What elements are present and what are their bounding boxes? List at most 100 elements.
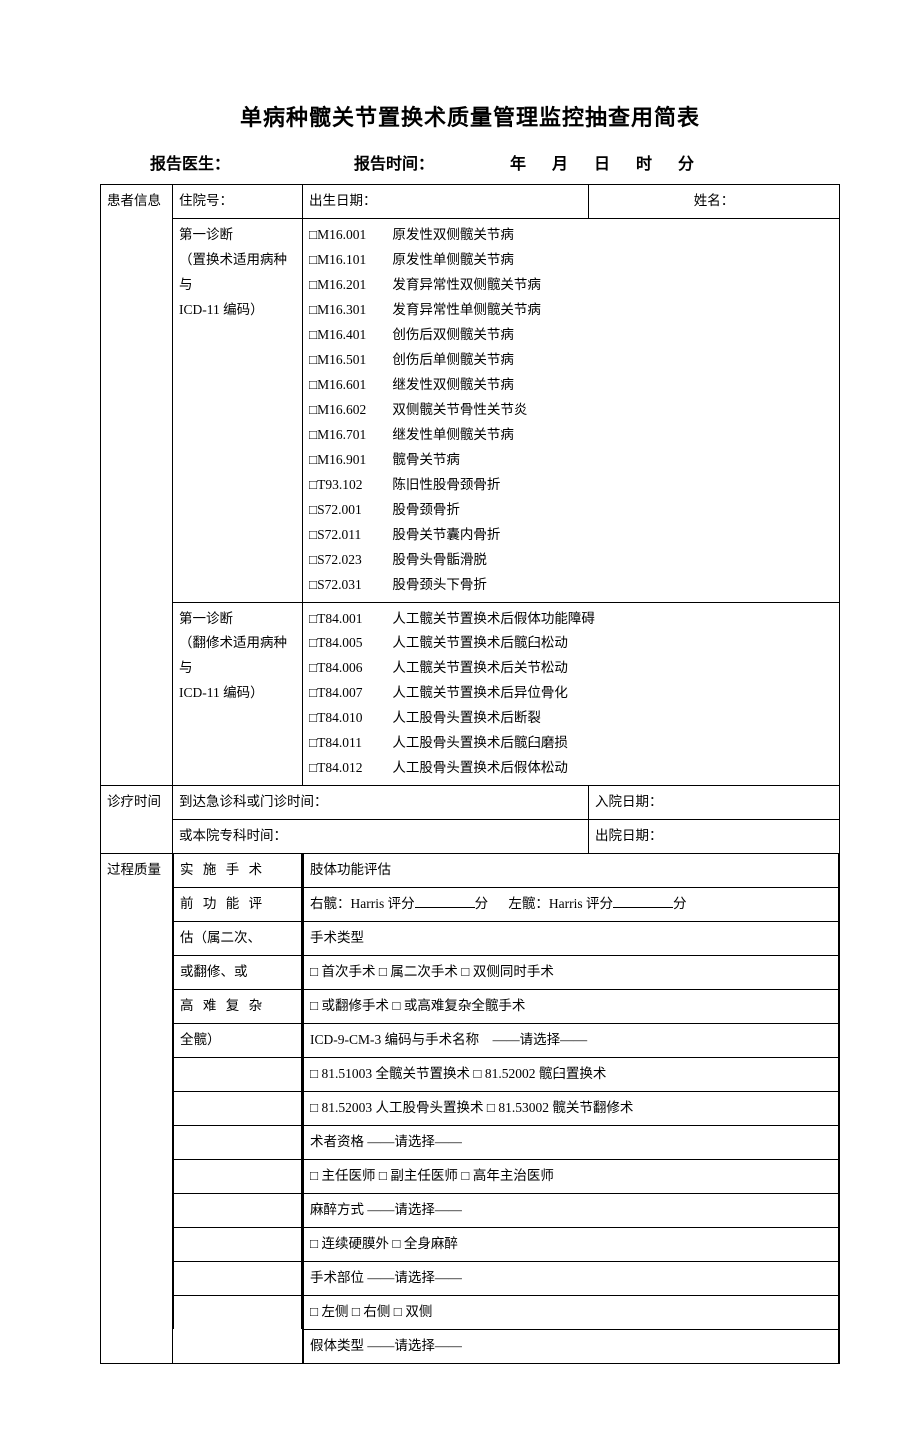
diag-option[interactable]: □S72.031 股骨颈头下骨折: [309, 573, 833, 598]
diag-option[interactable]: □T84.007 人工髋关节置换术后异位骨化: [309, 681, 833, 706]
diag-text: 继发性单侧髋关节病: [389, 427, 514, 442]
diag1-label-b: （置换术适用病种与: [179, 248, 296, 298]
diag-option[interactable]: □S72.011 股骨关节囊内骨折: [309, 523, 833, 548]
diag-code: □T84.011: [309, 731, 389, 756]
section-process-quality: 过程质量: [101, 854, 173, 1364]
diag-option[interactable]: □T84.010 人工股骨头置换术后断裂: [309, 706, 833, 731]
icd9-opt2[interactable]: □ 81.52003 人工股骨头置换术 □ 81.53002 髋关节翻修术: [304, 1092, 839, 1126]
diag-code: □S72.011: [309, 523, 389, 548]
diag-option[interactable]: □M16.001 原发性双侧髋关节病: [309, 223, 833, 248]
diag-text: 股骨颈骨折: [389, 502, 460, 517]
name-label: 姓名：: [589, 185, 839, 218]
harris-scores: 右髋：Harris 评分分 左髋：Harris 评分分: [304, 888, 839, 922]
site-h: 手术部位 ——请选择——: [304, 1261, 839, 1295]
diag-text: 人工髋关节置换术后假体功能障碍: [389, 611, 595, 626]
hospital-no-label: 住院号：: [173, 185, 303, 219]
diag-code: □M16.401: [309, 323, 389, 348]
diag-text: 原发性单侧髋关节病: [389, 252, 514, 267]
anes-opts[interactable]: □ 连续硬膜外 □ 全身麻醉: [304, 1227, 839, 1261]
site-opts[interactable]: □ 左侧 □ 右侧 □ 双侧: [304, 1295, 839, 1329]
diag-code: □S72.031: [309, 573, 389, 598]
diag-code: □S72.023: [309, 548, 389, 573]
diag-option[interactable]: □M16.501 创伤后单侧髋关节病: [309, 348, 833, 373]
diag-text: 陈旧性股骨颈骨折: [389, 477, 500, 492]
diag-code: □M16.101: [309, 248, 389, 273]
harris-left-input[interactable]: [613, 895, 673, 909]
diag-text: 股骨头骨骺滑脱: [389, 552, 487, 567]
diag-option[interactable]: □M16.901 髋骨关节病: [309, 448, 833, 473]
unit-hour: 时: [614, 150, 652, 174]
surg-type-h: 手术类型: [304, 922, 839, 956]
diag-code: □M16.602: [309, 398, 389, 423]
preop-e: 高 难 复 杂: [174, 990, 302, 1024]
diag-code: □M16.501: [309, 348, 389, 373]
diag-option[interactable]: □M16.401 创伤后双侧髋关节病: [309, 323, 833, 348]
diag-code: □T84.001: [309, 607, 389, 632]
diag1-options: □M16.001 原发性双侧髋关节病□M16.101 原发性单侧髋关节病□M16…: [303, 218, 840, 602]
diag-code: □M16.301: [309, 298, 389, 323]
diag-option[interactable]: □M16.701 继发性单侧髋关节病: [309, 423, 833, 448]
diag-option[interactable]: □T93.102 陈旧性股骨颈骨折: [309, 473, 833, 498]
diag-code: □M16.701: [309, 423, 389, 448]
diag-option[interactable]: □M16.601 继发性双侧髋关节病: [309, 373, 833, 398]
unit-year: 年: [488, 150, 526, 174]
diag-option[interactable]: □M16.602 双侧髋关节骨性关节炎: [309, 398, 833, 423]
diag-option[interactable]: □M16.101 原发性单侧髋关节病: [309, 248, 833, 273]
admit-date-label: 入院日期：: [589, 786, 839, 819]
unit-day: 日: [572, 150, 610, 174]
surgeon-opts[interactable]: □ 主任医师 □ 副主任医师 □ 高年主治医师: [304, 1159, 839, 1193]
main-form-table: 患者信息 住院号： 出生日期： 姓名： 第一诊断 （置换术适用病种与 ICD-1…: [100, 184, 840, 1364]
diag-code: □M16.901: [309, 448, 389, 473]
diag-text: 人工髋关节置换术后关节松动: [389, 660, 568, 675]
unit-month: 月: [530, 150, 568, 174]
diag-code: □T84.012: [309, 756, 389, 781]
diag-option[interactable]: □S72.023 股骨头骨骺滑脱: [309, 548, 833, 573]
diag2-label-b: （翻修术适用病种与: [179, 631, 296, 681]
diag-code: □M16.601: [309, 373, 389, 398]
diag-text: 股骨关节囊内骨折: [389, 527, 500, 542]
diag-code: □M16.201: [309, 273, 389, 298]
score-unit-r: 分: [475, 896, 489, 911]
harris-left-l: 左髋：Harris 评分: [508, 896, 613, 911]
diag-code: □S72.001: [309, 498, 389, 523]
preop-d: 或翻修、或: [174, 956, 302, 990]
surg-type-line1[interactable]: □ 首次手术 □ 属二次手术 □ 双侧同时手术: [304, 956, 839, 990]
dob-label: 出生日期：: [303, 185, 589, 218]
diag-option[interactable]: □T84.011 人工股骨头置换术后髋臼磨损: [309, 731, 833, 756]
diag-option[interactable]: □T84.006 人工髋关节置换术后关节松动: [309, 656, 833, 681]
icd9-header: ICD-9-CM-3 编码与手术名称 ——请选择——: [304, 1024, 839, 1058]
diag-code: □M16.001: [309, 223, 389, 248]
icd9-opt1[interactable]: □ 81.51003 全髋关节置换术 □ 81.52002 髋臼置换术: [304, 1058, 839, 1092]
discharge-date-label: 出院日期：: [589, 820, 839, 853]
diag-text: 人工股骨头置换术后髋臼磨损: [389, 735, 568, 750]
diag-code: □T84.006: [309, 656, 389, 681]
anes-h: 麻醉方式 ——请选择——: [304, 1193, 839, 1227]
prosth-h: 假体类型 ——请选择——: [304, 1329, 839, 1362]
diag-option[interactable]: □M16.201 发育异常性双侧髋关节病: [309, 273, 833, 298]
diag-text: 原发性双侧髋关节病: [389, 227, 514, 242]
preop-f: 全髋）: [174, 1024, 302, 1058]
diag-text: 人工髋关节置换术后髋臼松动: [389, 635, 568, 650]
page-title: 单病种髋关节置换术质量管理监控抽查用简表: [100, 100, 840, 132]
diag1-label-a: 第一诊断: [179, 223, 296, 248]
arrival-time-label: 到达急诊科或门诊时间：: [173, 786, 589, 819]
limb-eval: 肢体功能评估: [304, 854, 839, 887]
diag-text: 发育异常性单侧髋关节病: [389, 302, 541, 317]
diag-text: 继发性双侧髋关节病: [389, 377, 514, 392]
harris-right-input[interactable]: [415, 895, 475, 909]
score-unit-l: 分: [673, 896, 687, 911]
diag-text: 股骨颈头下骨折: [389, 577, 487, 592]
diag-option[interactable]: □T84.012 人工股骨头置换术后假体松动: [309, 756, 833, 781]
diag-option[interactable]: □S72.001 股骨颈骨折: [309, 498, 833, 523]
diag-option[interactable]: □T84.001 人工髋关节置换术后假体功能障碍: [309, 607, 833, 632]
preop-content: 肢体功能评估 右髋：Harris 评分分 左髋：Harris 评分分 手术类型 …: [303, 854, 840, 1364]
diag-code: □T84.010: [309, 706, 389, 731]
diag1-label-cell: 第一诊断 （置换术适用病种与 ICD-11 编码）: [173, 218, 303, 602]
diag-option[interactable]: □T84.005 人工髋关节置换术后髋臼松动: [309, 631, 833, 656]
report-time-label: 报告时间：: [354, 150, 484, 174]
surgeon-q-h: 术者资格 ——请选择——: [304, 1125, 839, 1159]
diag2-label-a: 第一诊断: [179, 607, 296, 632]
section-patient-info: 患者信息: [101, 185, 173, 786]
diag-option[interactable]: □M16.301 发育异常性单侧髋关节病: [309, 298, 833, 323]
surg-type-line2[interactable]: □ 或翻修手术 □ 或高难复杂全髋手术: [304, 990, 839, 1024]
